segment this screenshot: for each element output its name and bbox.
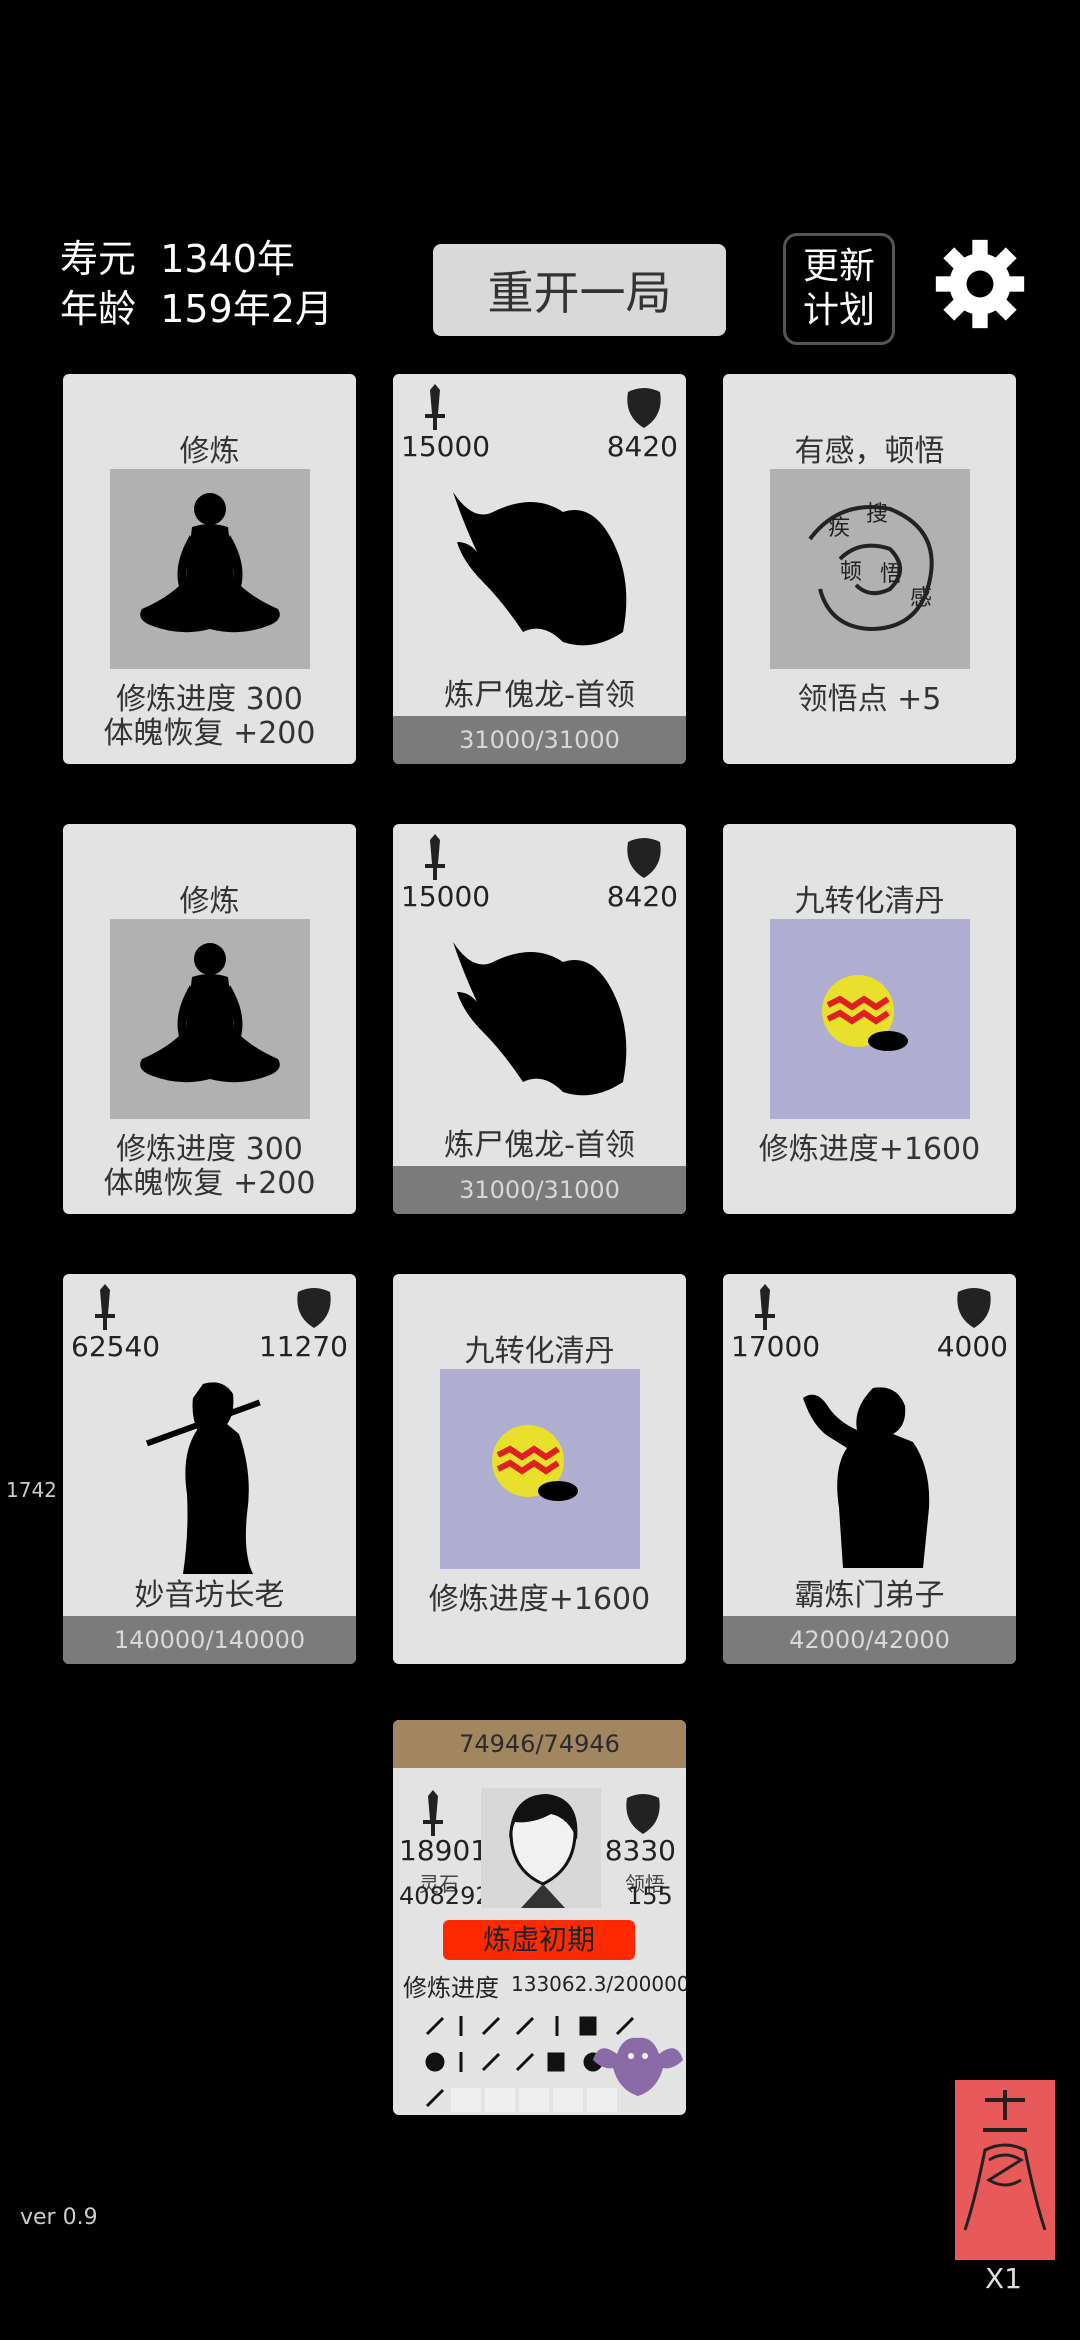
svg-text:感: 感 [910,586,932,611]
defense-value: 8420 [606,430,678,463]
talisman-count: X1 [985,2262,1022,2295]
card-line1: 领悟点 +5 [797,682,942,717]
enemy-card[interactable]: 62540 11270 妙音坊长老 140000/140000 [63,1274,356,1664]
side-number: 1742 [6,1478,57,1502]
bat-companion-icon [593,2037,683,2096]
card-title: 九转化清丹 [794,884,945,919]
spirit-stone-value: 408292 [399,1882,491,1910]
shield-icon [297,1288,331,1328]
card-line2: 体魄恢复 +200 [103,1166,316,1201]
card-title: 修炼 [179,434,240,469]
pill-card[interactable]: 九转化清丹 修炼进度+1600 [723,824,1016,1214]
lifespan-row: 寿元 1340年 [60,234,295,284]
defense-value: 11270 [258,1330,348,1363]
enemy-name: 妙音坊长老 [134,1578,285,1613]
meditating-figure-icon [110,919,310,1119]
sword-icon [425,834,445,880]
sword-icon [95,1284,115,1330]
sword-icon [755,1284,775,1330]
enemy-name: 炼尸傀龙-首领 [444,678,635,713]
age-value: 159年2月 [160,287,333,331]
defense-value: 4000 [936,1330,1008,1363]
svg-text:悟: 悟 [880,562,902,587]
shield-icon [627,388,661,428]
attack-value: 17000 [731,1330,821,1363]
attack-value: 62540 [71,1330,161,1363]
gear-icon[interactable] [932,236,1028,332]
muscle-man-icon [803,1387,930,1568]
meditating-figure-icon [110,469,310,669]
insight-value: 155 [627,1882,673,1910]
flute-player-icon [145,1382,261,1574]
enemy-hp-bar: 42000/42000 [723,1616,1016,1664]
card-title: 修炼 [179,884,240,919]
enemy-name: 炼尸傀龙-首领 [444,1128,635,1163]
player-portrait-icon [481,1788,601,1908]
lifespan-label: 寿元 [60,237,137,281]
enemy-card[interactable]: 15000 8420 炼尸傀龙-首领 31000/31000 [393,374,686,764]
plan-label-2: 计划 [802,290,875,331]
pill-card[interactable]: 九转化清丹 修炼进度+1600 [393,1274,686,1664]
pill-icon [770,919,970,1119]
progress-value: 133062.3/200000 [511,1972,686,1996]
enemy-hp-bar: 31000/31000 [393,1166,686,1214]
shield-icon [626,1794,660,1834]
player-hp-bar: 74946/74946 [393,1720,686,1768]
age-row: 年龄 159年2月 [60,284,333,334]
enemy-card[interactable]: 15000 8420 炼尸傀龙-首领 31000/31000 [393,824,686,1214]
svg-text:顿: 顿 [840,560,862,585]
sword-icon [423,1790,443,1836]
cultivate-card[interactable]: 修炼 修炼进度 300 体魄恢复 +200 [63,824,356,1214]
version-label: ver 0.9 [20,2205,98,2230]
attack-value: 15000 [401,430,491,463]
age-label: 年龄 [60,287,137,331]
svg-text:疾: 疾 [828,516,850,541]
player-attack: 18901 [399,1834,489,1867]
enemy-hp-bar: 31000/31000 [393,716,686,764]
update-plan-button[interactable]: 更新 计划 [783,233,895,345]
shield-icon [627,838,661,878]
lifespan-value: 1340年 [160,237,295,281]
player-card[interactable]: 74946/74946 18901 8330 灵石 408292 领悟 155 … [393,1720,686,2115]
svg-text:搜: 搜 [866,502,888,527]
cultivate-card[interactable]: 修炼 修炼进度 300 体魄恢复 +200 [63,374,356,764]
swirling-characters-icon: 疾 搜 顿 悟 感 [770,469,970,669]
talisman-icon[interactable] [955,2080,1055,2260]
shield-icon [957,1288,991,1328]
realm-badge: 炼虚初期 [443,1920,635,1960]
enemy-card[interactable]: 17000 4000 霸炼门弟子 42000/42000 [723,1274,1016,1664]
dragon-silhouette-icon [453,492,627,646]
dragon-silhouette-icon [453,942,627,1096]
restart-button[interactable]: 重开一局 [433,244,726,336]
insight-card[interactable]: 有感，顿悟 疾 搜 顿 悟 感 领悟点 +5 [723,374,1016,764]
card-line1: 修炼进度+1600 [758,1132,981,1167]
pill-icon [440,1369,640,1569]
attack-value: 15000 [401,880,491,913]
enemy-name: 霸炼门弟子 [794,1578,945,1613]
player-defense: 8330 [604,1834,676,1867]
enemy-hp-bar: 140000/140000 [63,1616,356,1664]
plan-label-1: 更新 [802,246,875,287]
progress-label: 修炼进度 [403,1974,499,2002]
defense-value: 8420 [606,880,678,913]
sword-icon [425,384,445,430]
card-title: 九转化清丹 [464,1334,615,1369]
card-title: 有感，顿悟 [794,434,945,469]
card-line2: 体魄恢复 +200 [103,716,316,751]
card-line1: 修炼进度+1600 [428,1582,651,1617]
